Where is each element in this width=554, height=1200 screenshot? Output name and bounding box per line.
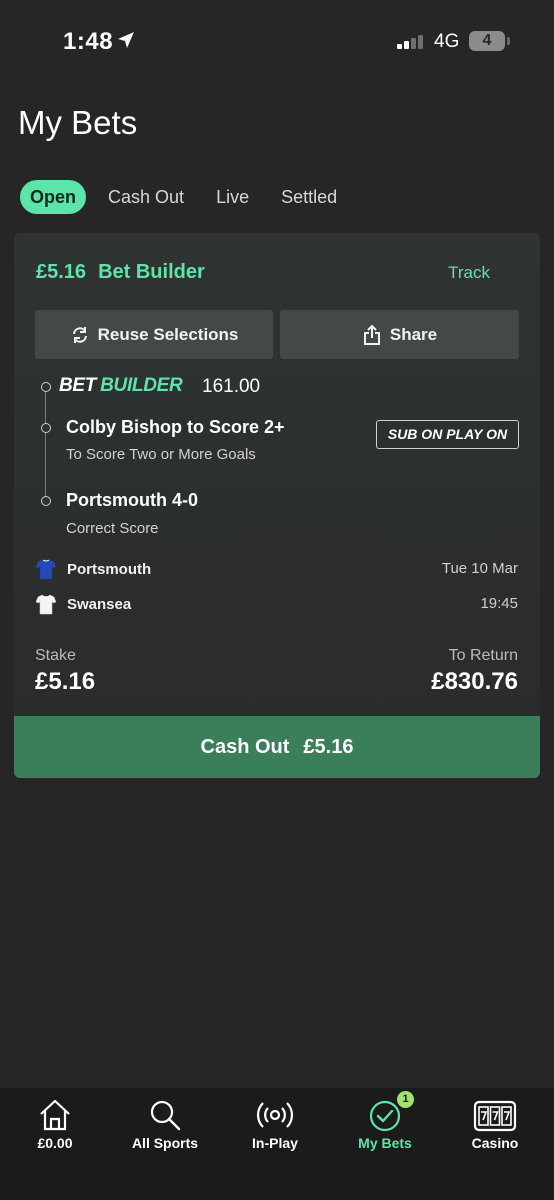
bet-builder-logo-part1: BET (59, 375, 97, 396)
home-team-shirt-icon (35, 559, 57, 580)
bet-builder-logo: BET BUILDER (59, 375, 183, 397)
share-button[interactable]: Share (280, 310, 519, 359)
my-bets-count-badge: 1 (397, 1091, 414, 1108)
selection-1-market: To Score Two or More Goals (66, 446, 256, 463)
tab-open[interactable]: Open (20, 180, 87, 214)
bottom-nav: £0.00 All Sports In-Play 1 My Bets Casin… (0, 1088, 554, 1200)
refresh-icon (72, 326, 87, 343)
bet-header: £5.16 Bet Builder (36, 261, 205, 284)
location-arrow-icon (118, 32, 134, 48)
match-time: 19:45 (480, 595, 518, 612)
nav-all-sports-label: All Sports (131, 1135, 199, 1151)
timeline-dot-builder (41, 382, 51, 392)
tab-settled[interactable]: Settled (281, 187, 337, 208)
search-icon (150, 1100, 181, 1131)
share-label: Share (389, 324, 438, 344)
selection-1-title: Colby Bishop to Score 2+ (66, 417, 285, 437)
home-team: Portsmouth (35, 558, 151, 580)
stake-value: £5.16 (35, 668, 96, 695)
sub-on-play-on-badge: SUB ON PLAY ON (376, 420, 519, 449)
bet-odds: 161.00 (202, 376, 261, 397)
away-team: Swansea (35, 593, 131, 615)
match-date: Tue 10 Mar (441, 560, 518, 577)
bet-type: Bet Builder (98, 261, 205, 283)
tab-live[interactable]: Live (216, 187, 249, 208)
battery-tip (507, 37, 510, 45)
cash-out-amount: £5.16 (303, 735, 354, 758)
selection-2-market: Correct Score (66, 520, 159, 537)
cellular-signal-icon (397, 35, 423, 49)
battery-indicator: 4 (469, 31, 505, 51)
nav-in-play-label: In-Play (252, 1135, 298, 1151)
selection-2-title: Portsmouth 4-0 (66, 490, 199, 510)
timeline-dot-selection-1 (41, 423, 51, 433)
to-return-label: To Return (448, 647, 518, 664)
away-team-name: Swansea (67, 595, 132, 613)
cash-out-label: Cash Out (200, 735, 290, 758)
away-team-shirt-icon (35, 594, 57, 615)
track-link[interactable]: Track (448, 263, 490, 283)
tab-cash-out[interactable]: Cash Out (108, 187, 184, 208)
cash-out-button[interactable]: Cash Out £5.16 (14, 716, 540, 778)
bet-builder-logo-part2: BUILDER (100, 375, 183, 396)
bet-amount: £5.16 (36, 261, 87, 283)
slot-machine-icon (473, 1100, 517, 1132)
status-bar: 1:48 4G 4 (0, 0, 554, 80)
home-icon (40, 1099, 70, 1131)
nav-balance-label: £0.00 (37, 1135, 73, 1151)
selection-timeline (45, 389, 46, 499)
nav-casino-label: Casino (471, 1135, 519, 1151)
home-team-name: Portsmouth (67, 560, 152, 578)
to-return-value: £830.76 (431, 668, 518, 695)
stake-label: Stake (35, 647, 76, 664)
timeline-dot-selection-2 (41, 496, 51, 506)
bet-card: £5.16 Bet Builder Track Reuse Selections … (14, 233, 540, 778)
broadcast-icon (256, 1102, 294, 1128)
status-time: 1:48 (63, 28, 114, 55)
nav-my-bets-label: My Bets (358, 1135, 412, 1151)
bet-tabs: Open Cash Out Live Settled (20, 180, 369, 214)
reuse-selections-label: Reuse Selections (97, 324, 239, 344)
share-icon (363, 324, 380, 345)
network-type: 4G (434, 31, 460, 52)
reuse-selections-button[interactable]: Reuse Selections (35, 310, 273, 359)
page-title: My Bets (18, 104, 138, 141)
